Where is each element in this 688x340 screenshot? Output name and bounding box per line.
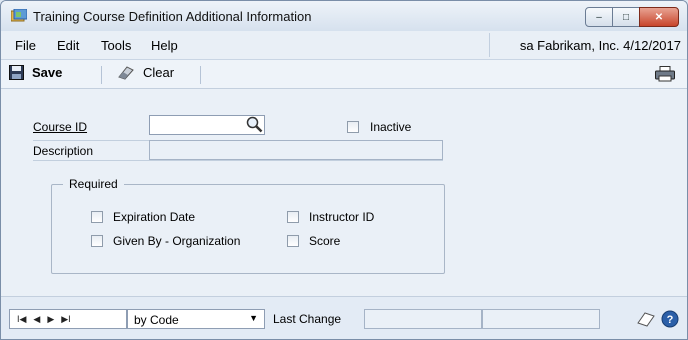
expiration-date-checkbox[interactable]	[91, 211, 103, 223]
previous-record-button[interactable]: ◀	[33, 314, 40, 325]
title-bar: Training Course Definition Additional In…	[1, 1, 687, 31]
menu-file[interactable]: File	[15, 38, 36, 53]
next-record-button[interactable]: ▶	[47, 314, 54, 325]
menu-tools[interactable]: Tools	[101, 38, 131, 53]
menu-divider	[489, 33, 490, 57]
given-by-organization-label: Given By - Organization	[113, 234, 241, 248]
description-label: Description	[33, 144, 94, 158]
save-button[interactable]: Save	[9, 65, 62, 80]
required-group	[51, 184, 445, 274]
toolbar-divider	[101, 66, 102, 84]
score-label: Score	[309, 234, 341, 248]
description-input[interactable]	[149, 140, 443, 160]
menu-bar: File Edit Tools Help sa Fabrikam, Inc. 4…	[1, 31, 687, 60]
last-change-label: Last Change	[273, 312, 342, 326]
save-icon	[9, 65, 24, 80]
last-record-button[interactable]: ▶I	[61, 314, 70, 325]
clear-button[interactable]: Clear	[117, 65, 174, 80]
minimize-button[interactable]: –	[585, 7, 613, 27]
record-navigation: I◀ ◀ ▶ ▶I	[9, 309, 127, 329]
close-icon: ✕	[654, 11, 664, 23]
print-icon[interactable]	[655, 66, 675, 82]
sort-by-dropdown[interactable]: by Code ▼	[127, 309, 265, 329]
course-id-label: Course ID	[33, 120, 88, 134]
eraser-icon	[118, 66, 134, 80]
window: Training Course Definition Additional In…	[0, 0, 688, 340]
toolbar-divider	[200, 66, 201, 84]
instructor-id-checkbox[interactable]	[287, 211, 299, 223]
last-change-field-2	[482, 309, 600, 329]
inactive-checkbox[interactable]	[347, 121, 359, 133]
first-record-button[interactable]: I◀	[17, 314, 26, 325]
clear-label: Clear	[143, 65, 175, 80]
instructor-id-label: Instructor ID	[309, 210, 375, 224]
chevron-down-icon: ▼	[249, 313, 258, 323]
required-group-title: Required	[63, 177, 124, 191]
help-icon[interactable]: ?	[661, 310, 679, 328]
minimize-icon: –	[596, 11, 602, 23]
last-change-field	[364, 309, 482, 329]
lookup-icon[interactable]	[246, 116, 263, 133]
score-checkbox[interactable]	[287, 235, 299, 247]
close-button[interactable]: ✕	[639, 7, 679, 27]
expiration-date-label: Expiration Date	[113, 210, 196, 224]
inactive-label: Inactive	[370, 120, 412, 134]
divider	[33, 160, 443, 161]
maximize-icon: □	[622, 11, 630, 23]
save-label: Save	[32, 65, 63, 80]
maximize-button[interactable]: □	[612, 7, 640, 27]
footer-bar: I◀ ◀ ▶ ▶I by Code ▼ Last Change ?	[1, 296, 687, 339]
form-area: Course ID Inactive Description Required …	[1, 89, 687, 296]
user-company-date[interactable]: sa Fabrikam, Inc. 4/12/2017	[520, 38, 681, 53]
window-controls: – □ ✕	[585, 7, 679, 27]
window-title: Training Course Definition Additional In…	[33, 9, 312, 24]
given-by-organization-checkbox[interactable]	[91, 235, 103, 247]
note-icon[interactable]	[637, 311, 655, 327]
app-icon	[11, 9, 27, 22]
menu-edit[interactable]: Edit	[57, 38, 79, 53]
menu-help[interactable]: Help	[151, 38, 178, 53]
sort-by-value: by Code	[134, 313, 179, 327]
svg-text:?: ?	[667, 314, 674, 326]
toolbar: Save Clear	[1, 60, 687, 89]
